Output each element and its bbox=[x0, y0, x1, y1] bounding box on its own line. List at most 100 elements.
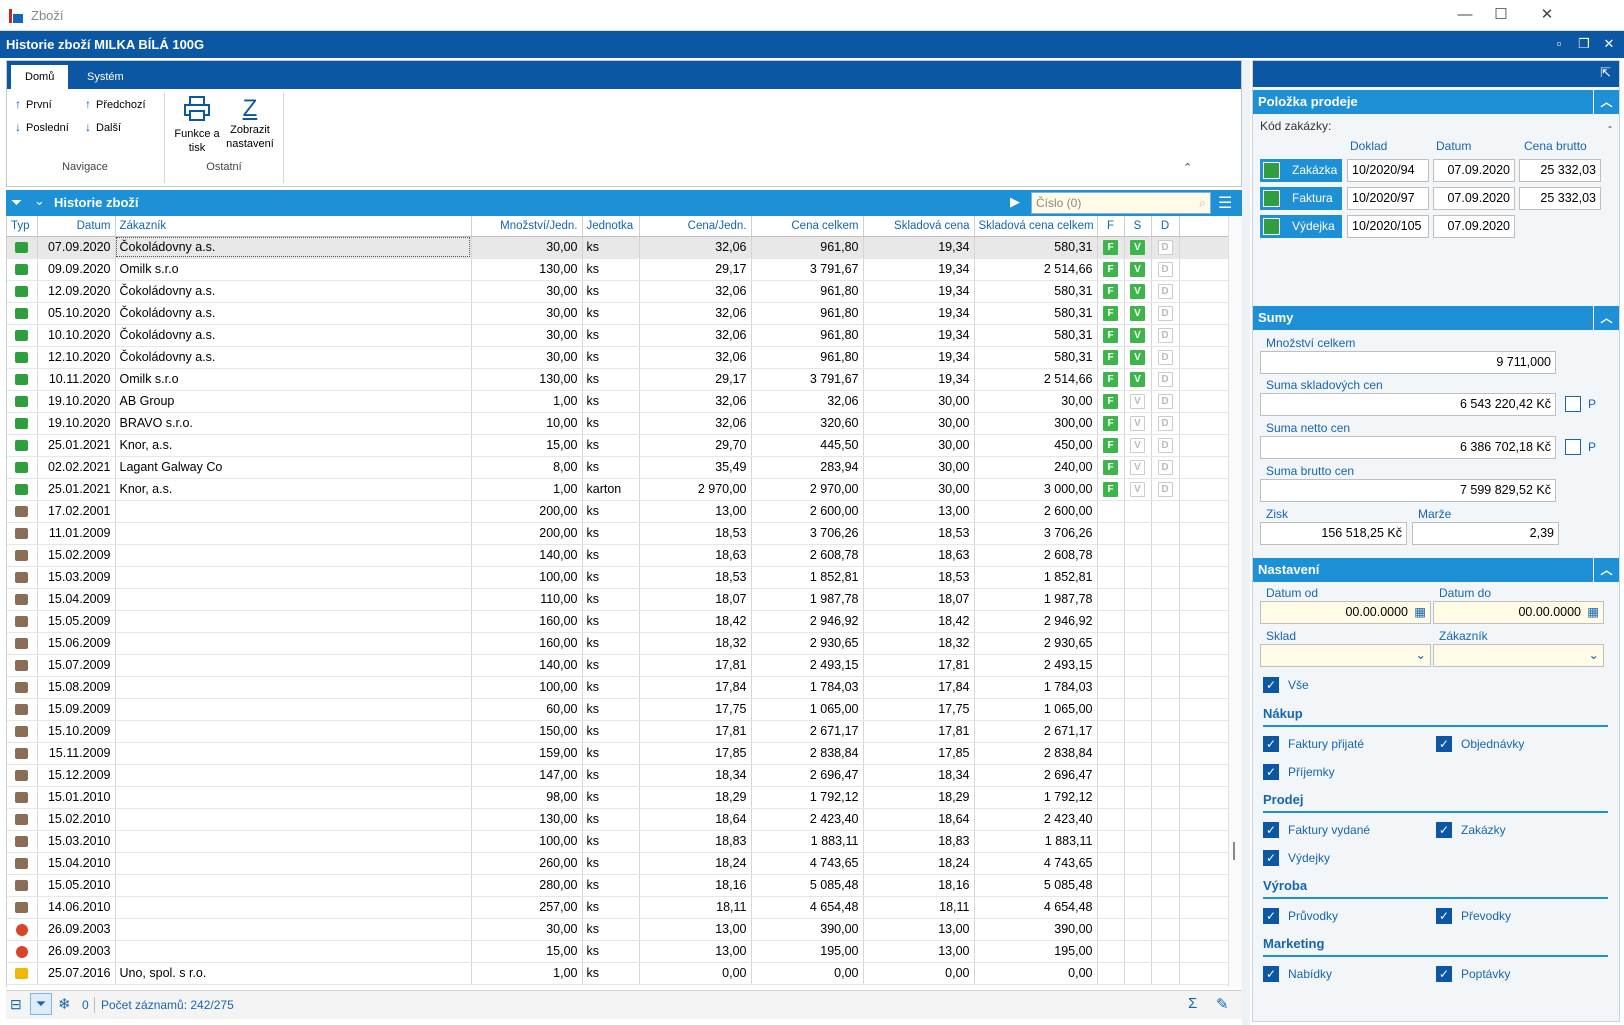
cell-price[interactable]: 18,64 bbox=[639, 808, 752, 831]
objednavky-checkbox[interactable]: ✓ bbox=[1436, 736, 1452, 752]
tab-domu[interactable]: Domů bbox=[11, 65, 69, 89]
prevodky-checkbox[interactable]: ✓ bbox=[1436, 908, 1452, 924]
menu-icon[interactable]: ☰ bbox=[1218, 193, 1232, 213]
p-checkbox-stock[interactable] bbox=[1565, 396, 1581, 412]
cell-qty[interactable]: 100,00 bbox=[471, 676, 583, 699]
cell-stock[interactable]: 30,00 bbox=[863, 390, 975, 413]
cell-stock-total[interactable]: 2 423,40 bbox=[974, 808, 1098, 831]
table-row[interactable]: 15.12.2009 147,00 ks 18,34 2 696,47 18,34 2 69… bbox=[7, 764, 1228, 787]
cell-stock[interactable]: 18,63 bbox=[863, 544, 975, 567]
cell-date[interactable]: 19.10.2020 bbox=[37, 390, 116, 413]
cell-unit[interactable]: ks bbox=[582, 808, 640, 831]
cell-unit[interactable]: ks bbox=[582, 698, 640, 721]
cell-total[interactable]: 2 696,47 bbox=[751, 764, 864, 787]
cell-stock[interactable]: 18,07 bbox=[863, 588, 975, 611]
zakazka-button[interactable]: Zakázka bbox=[1260, 159, 1342, 182]
table-row[interactable]: 10.11.2020 Omilk s.r.o 130,00 ks 29,17 3 791,… bbox=[7, 368, 1228, 391]
vse-checkbox[interactable]: ✓ bbox=[1263, 677, 1279, 693]
cell-customer[interactable] bbox=[115, 544, 472, 567]
cell-stock-total[interactable]: 3 000,00 bbox=[974, 478, 1098, 501]
col-s[interactable]: S bbox=[1124, 216, 1152, 237]
cell-price[interactable]: 18,42 bbox=[639, 610, 752, 633]
cell-customer[interactable] bbox=[115, 610, 472, 633]
zakaznik-select[interactable]: ⌄ bbox=[1433, 644, 1604, 667]
cell-stock[interactable]: 17,84 bbox=[863, 676, 975, 699]
table-row[interactable]: 15.02.2009 140,00 ks 18,63 2 608,78 18,63 2 60… bbox=[7, 544, 1228, 567]
cell-stock[interactable]: 30,00 bbox=[863, 434, 975, 457]
table-row[interactable]: 15.11.2009 159,00 ks 17,85 2 838,84 17,85 2 83… bbox=[7, 742, 1228, 765]
cell-qty[interactable]: 160,00 bbox=[471, 610, 583, 633]
table-row[interactable]: 15.03.2010 100,00 ks 18,83 1 883,11 18,83 1 88… bbox=[7, 830, 1228, 853]
cell-qty[interactable]: 257,00 bbox=[471, 896, 583, 919]
cell-date[interactable]: 11.01.2009 bbox=[37, 522, 116, 545]
suma-skladovych-field[interactable]: 6 543 220,42 Kč bbox=[1260, 393, 1556, 416]
cell-price[interactable]: 18,24 bbox=[639, 852, 752, 875]
marze-field[interactable]: 2,39 bbox=[1412, 522, 1559, 545]
cell-customer[interactable]: Omilk s.r.o bbox=[115, 258, 472, 281]
cell-total[interactable]: 390,00 bbox=[751, 918, 864, 941]
cell-stock[interactable]: 18,42 bbox=[863, 610, 975, 633]
cell-unit[interactable]: ks bbox=[582, 236, 640, 259]
cell-qty[interactable]: 15,00 bbox=[471, 434, 583, 457]
cell-price[interactable]: 32,06 bbox=[639, 412, 752, 435]
cell-stock-total[interactable]: 1 852,81 bbox=[974, 566, 1098, 589]
cell-date[interactable]: 15.03.2009 bbox=[37, 566, 116, 589]
cell-customer[interactable] bbox=[115, 808, 472, 831]
play-icon[interactable]: ▶ bbox=[1010, 194, 1020, 210]
cell-qty[interactable]: 98,00 bbox=[471, 786, 583, 809]
cell-price[interactable]: 0,00 bbox=[639, 962, 752, 985]
cell-stock[interactable]: 17,75 bbox=[863, 698, 975, 721]
cell-price[interactable]: 13,00 bbox=[639, 940, 752, 963]
table-row[interactable]: 19.10.2020 AB Group 1,00 ks 32,06 32,06 30,00 3… bbox=[7, 390, 1228, 413]
book-icon[interactable]: ⊟ bbox=[10, 996, 22, 1013]
cell-total[interactable]: 1 784,03 bbox=[751, 676, 864, 699]
cell-unit[interactable]: ks bbox=[582, 434, 640, 457]
close-icon[interactable]: ✕ bbox=[1537, 6, 1557, 26]
cell-qty[interactable]: 100,00 bbox=[471, 830, 583, 853]
cell-stock-total[interactable]: 2 514,66 bbox=[974, 258, 1098, 281]
cell-date[interactable]: 25.07.2016 bbox=[37, 962, 116, 985]
cell-total[interactable]: 961,80 bbox=[751, 302, 864, 325]
cell-stock[interactable]: 19,34 bbox=[863, 368, 975, 391]
cell-unit[interactable]: ks bbox=[582, 896, 640, 919]
scrollbar-thumb[interactable] bbox=[1233, 842, 1235, 860]
faktura-doklad[interactable]: 10/2020/97 bbox=[1347, 187, 1429, 210]
panel-splitter[interactable] bbox=[1242, 60, 1250, 1025]
pin-icon[interactable]: ▫ bbox=[1550, 35, 1568, 53]
cell-total[interactable]: 195,00 bbox=[751, 940, 864, 963]
table-row[interactable]: 15.07.2009 140,00 ks 17,81 2 493,15 17,81 2 49… bbox=[7, 654, 1228, 677]
table-row[interactable]: 09.09.2020 Omilk s.r.o 130,00 ks 29,17 3 791,… bbox=[7, 258, 1228, 281]
sklad-select[interactable]: ⌄ bbox=[1260, 644, 1431, 667]
cell-date[interactable]: 14.06.2010 bbox=[37, 896, 116, 919]
table-row[interactable]: 07.09.2020 Čokoládovny a.s. 30,00 ks 32,06 96… bbox=[7, 236, 1228, 259]
col-cena-celkem[interactable]: Cena celkem bbox=[751, 216, 864, 237]
cell-qty[interactable]: 1,00 bbox=[471, 390, 583, 413]
cell-qty[interactable]: 159,00 bbox=[471, 742, 583, 765]
cell-price[interactable]: 18,53 bbox=[639, 566, 752, 589]
cell-customer[interactable]: Čokoládovny a.s. bbox=[115, 324, 472, 347]
cell-stock-total[interactable]: 2 600,00 bbox=[974, 500, 1098, 523]
cell-stock-total[interactable]: 2 838,84 bbox=[974, 742, 1098, 765]
cell-stock-total[interactable]: 1 987,78 bbox=[974, 588, 1098, 611]
cell-qty[interactable]: 280,00 bbox=[471, 874, 583, 897]
table-row[interactable]: 15.08.2009 100,00 ks 17,84 1 784,03 17,84 1 78… bbox=[7, 676, 1228, 699]
datum-do-input[interactable]: 00.00.0000 ▦ bbox=[1433, 601, 1604, 624]
cell-total[interactable]: 4 743,65 bbox=[751, 852, 864, 875]
cell-customer[interactable]: Čokoládovny a.s. bbox=[115, 280, 472, 303]
cell-stock[interactable]: 17,81 bbox=[863, 720, 975, 743]
cell-qty[interactable]: 15,00 bbox=[471, 940, 583, 963]
cell-unit[interactable]: ks bbox=[582, 654, 640, 677]
faktura-button[interactable]: Faktura bbox=[1260, 187, 1342, 210]
vydejka-doklad[interactable]: 10/2020/105 bbox=[1347, 215, 1429, 238]
calendar-icon[interactable]: ▦ bbox=[1587, 602, 1599, 623]
table-row[interactable]: 17.02.2001 200,00 ks 13,00 2 600,00 13,00 2 60… bbox=[7, 500, 1228, 523]
cell-date[interactable]: 09.09.2020 bbox=[37, 258, 116, 281]
cell-customer[interactable]: Knor, a.s. bbox=[115, 434, 472, 457]
col-mnozstvi[interactable]: Množství/Jedn. bbox=[471, 216, 583, 237]
cell-date[interactable]: 02.02.2021 bbox=[37, 456, 116, 479]
table-row[interactable]: 11.01.2009 200,00 ks 18,53 3 706,26 18,53 3 70… bbox=[7, 522, 1228, 545]
cell-customer[interactable]: Lagant Galway Co bbox=[115, 456, 472, 479]
cell-stock[interactable]: 30,00 bbox=[863, 456, 975, 479]
maximize-icon[interactable]: ☐ bbox=[1491, 6, 1511, 26]
cell-qty[interactable]: 140,00 bbox=[471, 654, 583, 677]
